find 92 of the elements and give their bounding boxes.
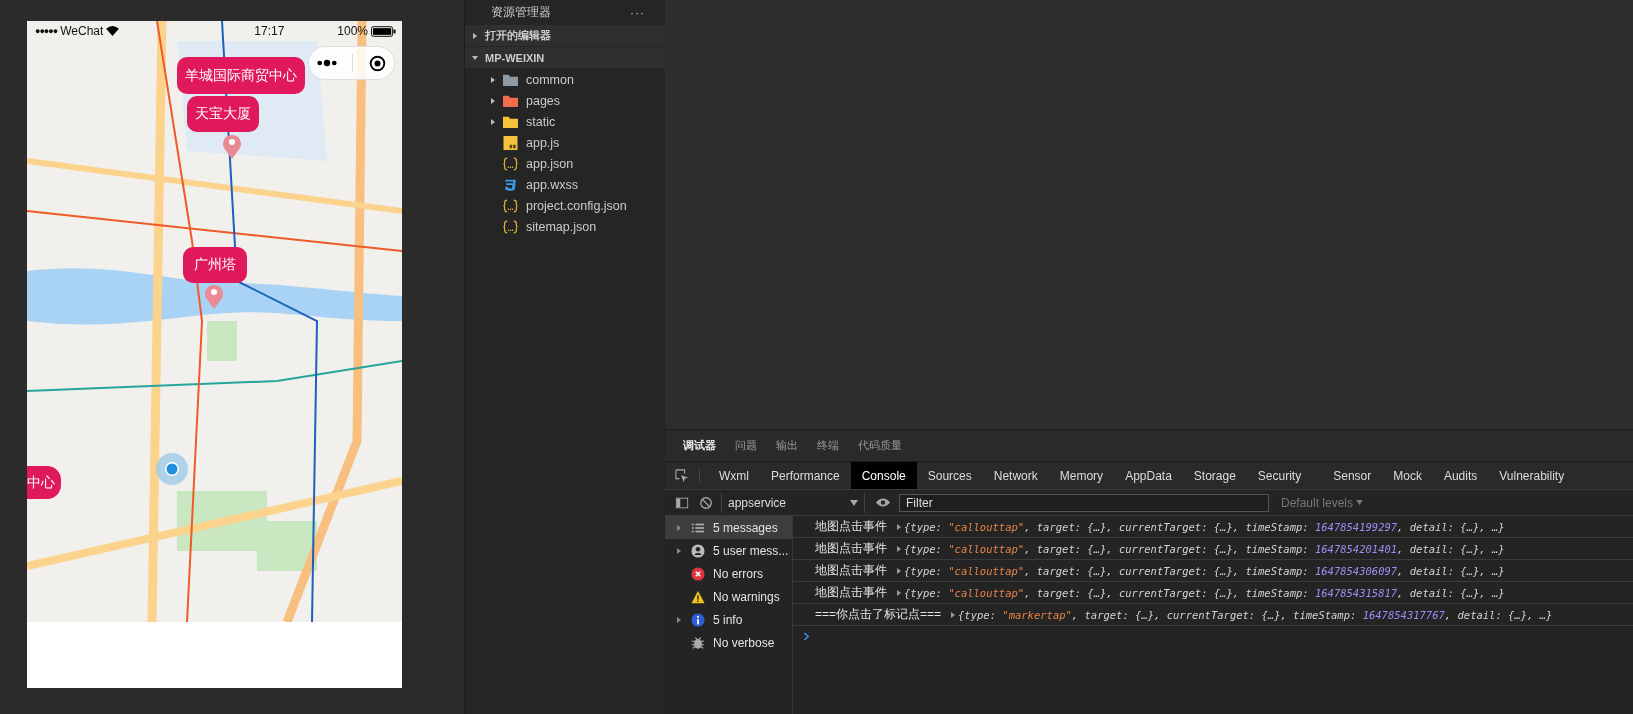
console-filter-item[interactable]: 5 user mess... — [665, 539, 792, 562]
css-file-icon — [503, 177, 518, 192]
file-tree-item[interactable]: common — [465, 69, 665, 90]
expand-arrow-icon[interactable] — [675, 615, 683, 624]
log-object[interactable]: {type: "markertap", target: {…}, currentTarget: {…}, timeStamp: 1647854317767, detail: {…}, …} — [958, 608, 1553, 621]
expand-arrow-icon[interactable] — [471, 31, 479, 40]
file-tree-item[interactable]: app.wxss — [465, 174, 665, 195]
devtools-tab[interactable]: Console — [850, 462, 917, 489]
log-object[interactable]: {type: "callouttap", target: {…}, currentTarget: {…}, timeStamp: 1647854201401, detail: {…}, …} — [904, 542, 1505, 555]
devtools-tab[interactable]: Vulnerability — [1488, 462, 1576, 489]
log-levels-dropdown[interactable]: Default levels — [1281, 495, 1354, 510]
log-message: 地图点击事件 — [815, 584, 887, 601]
caret-icon[interactable] — [850, 499, 858, 506]
battery-percent: 100% — [337, 24, 368, 38]
battery-icon — [371, 25, 396, 37]
log-message: 地图点击事件 — [815, 562, 887, 579]
caret-icon[interactable] — [1356, 500, 1364, 505]
file-tree-item[interactable]: sitemap.json — [465, 216, 665, 237]
devtools-tab[interactable]: Storage — [1182, 462, 1247, 489]
panel-tab[interactable]: 输出 — [776, 438, 798, 453]
file-tree-item[interactable]: project.config.json — [465, 195, 665, 216]
map-callout[interactable]: 广州塔 — [183, 247, 247, 283]
map-pin-icon[interactable] — [222, 133, 242, 159]
console-filter-item[interactable]: No warnings — [665, 585, 792, 608]
location-dot-icon — [155, 452, 189, 486]
expand-arrow-icon[interactable] — [895, 588, 903, 597]
context-select[interactable]: appservice — [721, 492, 865, 513]
info-icon — [691, 612, 705, 627]
log-object[interactable]: {type: "callouttap", target: {…}, currentTarget: {…}, timeStamp: 1647854306097, detail: {…}, …} — [904, 564, 1505, 577]
braces-icon — [503, 156, 518, 171]
expand-arrow-icon[interactable] — [489, 75, 497, 84]
devtools-tab[interactable]: Memory — [1048, 462, 1115, 489]
console-filter-item[interactable]: No errors — [665, 562, 792, 585]
devtools-tab[interactable]: Network — [982, 462, 1049, 489]
user-icon — [691, 543, 705, 558]
log-message: ===你点击了标记点=== — [815, 606, 942, 623]
panel-tab[interactable]: 代码质量 — [858, 438, 902, 453]
devtools-tab[interactable]: Sensor — [1322, 462, 1383, 489]
console-filter-item[interactable]: No verbose — [665, 631, 792, 654]
clock-time: 17:17 — [254, 24, 285, 38]
expand-arrow-icon[interactable] — [895, 566, 903, 575]
log-message: 地图点击事件 — [815, 540, 887, 557]
braces-icon — [503, 219, 518, 234]
devtools-tab[interactable]: Performance — [760, 462, 851, 489]
devtools-tab[interactable]: AppData — [1114, 462, 1183, 489]
file-tree-item[interactable]: pages — [465, 90, 665, 111]
element-picker-icon[interactable] — [675, 468, 689, 483]
file-tree-item[interactable]: app.json — [465, 153, 665, 174]
console-filter-item[interactable]: 5 messages — [665, 516, 792, 539]
error-icon — [691, 566, 705, 581]
filter-field[interactable]: Filter — [899, 493, 1269, 512]
devtools-tab[interactable]: Sources — [916, 462, 983, 489]
explorer-section[interactable]: 打开的编辑器 — [465, 25, 665, 46]
map-callout[interactable]: 天宝大厦 — [187, 96, 259, 132]
devtools-tab[interactable]: Audits — [1432, 462, 1489, 489]
panel-tab[interactable]: 问题 — [735, 438, 757, 453]
log-object[interactable]: {type: "callouttap", target: {…}, currentTarget: {…}, timeStamp: 1647854199297, detail: {…}, …} — [904, 520, 1505, 533]
expand-arrow-icon[interactable] — [675, 546, 683, 555]
expand-arrow-icon[interactable] — [895, 522, 903, 531]
warning-icon — [691, 589, 705, 604]
expand-arrow-icon[interactable] — [895, 544, 903, 553]
file-tree-item[interactable]: app.js — [465, 132, 665, 153]
signal-strength: ●●●●● — [35, 26, 58, 36]
panel-tab[interactable]: 终端 — [817, 438, 839, 453]
log-message: 地图点击事件 — [815, 518, 887, 535]
map-callout[interactable]: 中心 — [27, 466, 61, 499]
more-icon[interactable] — [316, 59, 337, 67]
sidebar-toggle-icon[interactable] — [675, 495, 689, 510]
expand-arrow-icon[interactable] — [489, 96, 497, 105]
expand-arrow-icon[interactable] — [489, 117, 497, 126]
panel-tab[interactable]: 调试器 — [683, 438, 716, 453]
explorer-section[interactable]: MP-WEIXIN — [465, 47, 665, 68]
more-actions-button[interactable]: ··· — [630, 5, 645, 20]
explorer-title: 资源管理器 — [491, 4, 551, 21]
carrier-name: WeChat — [60, 24, 104, 38]
log-object[interactable]: {type: "callouttap", target: {…}, currentTarget: {…}, timeStamp: 1647854315817, detail: {…}, …} — [904, 586, 1505, 599]
clear-console-icon[interactable] — [699, 495, 713, 510]
devtools-tab[interactable]: Wxml — [708, 462, 760, 489]
js-file-icon — [503, 135, 518, 150]
wifi-icon — [106, 26, 120, 36]
eye-icon[interactable] — [875, 497, 891, 508]
prompt-caret-icon[interactable] — [803, 632, 810, 641]
capsule-menu[interactable] — [308, 46, 395, 80]
console-filter-item[interactable]: 5 info — [665, 608, 792, 631]
bug-icon — [691, 635, 705, 650]
braces-icon — [503, 198, 518, 213]
expand-arrow-icon[interactable] — [471, 53, 479, 62]
devtools-tab[interactable]: Mock — [1382, 462, 1433, 489]
devtools-tab[interactable]: Security — [1246, 462, 1313, 489]
map-callout[interactable]: 羊城国际商贸中心 — [177, 57, 305, 94]
close-icon[interactable] — [369, 54, 387, 72]
file-tree-item[interactable]: static — [465, 111, 665, 132]
